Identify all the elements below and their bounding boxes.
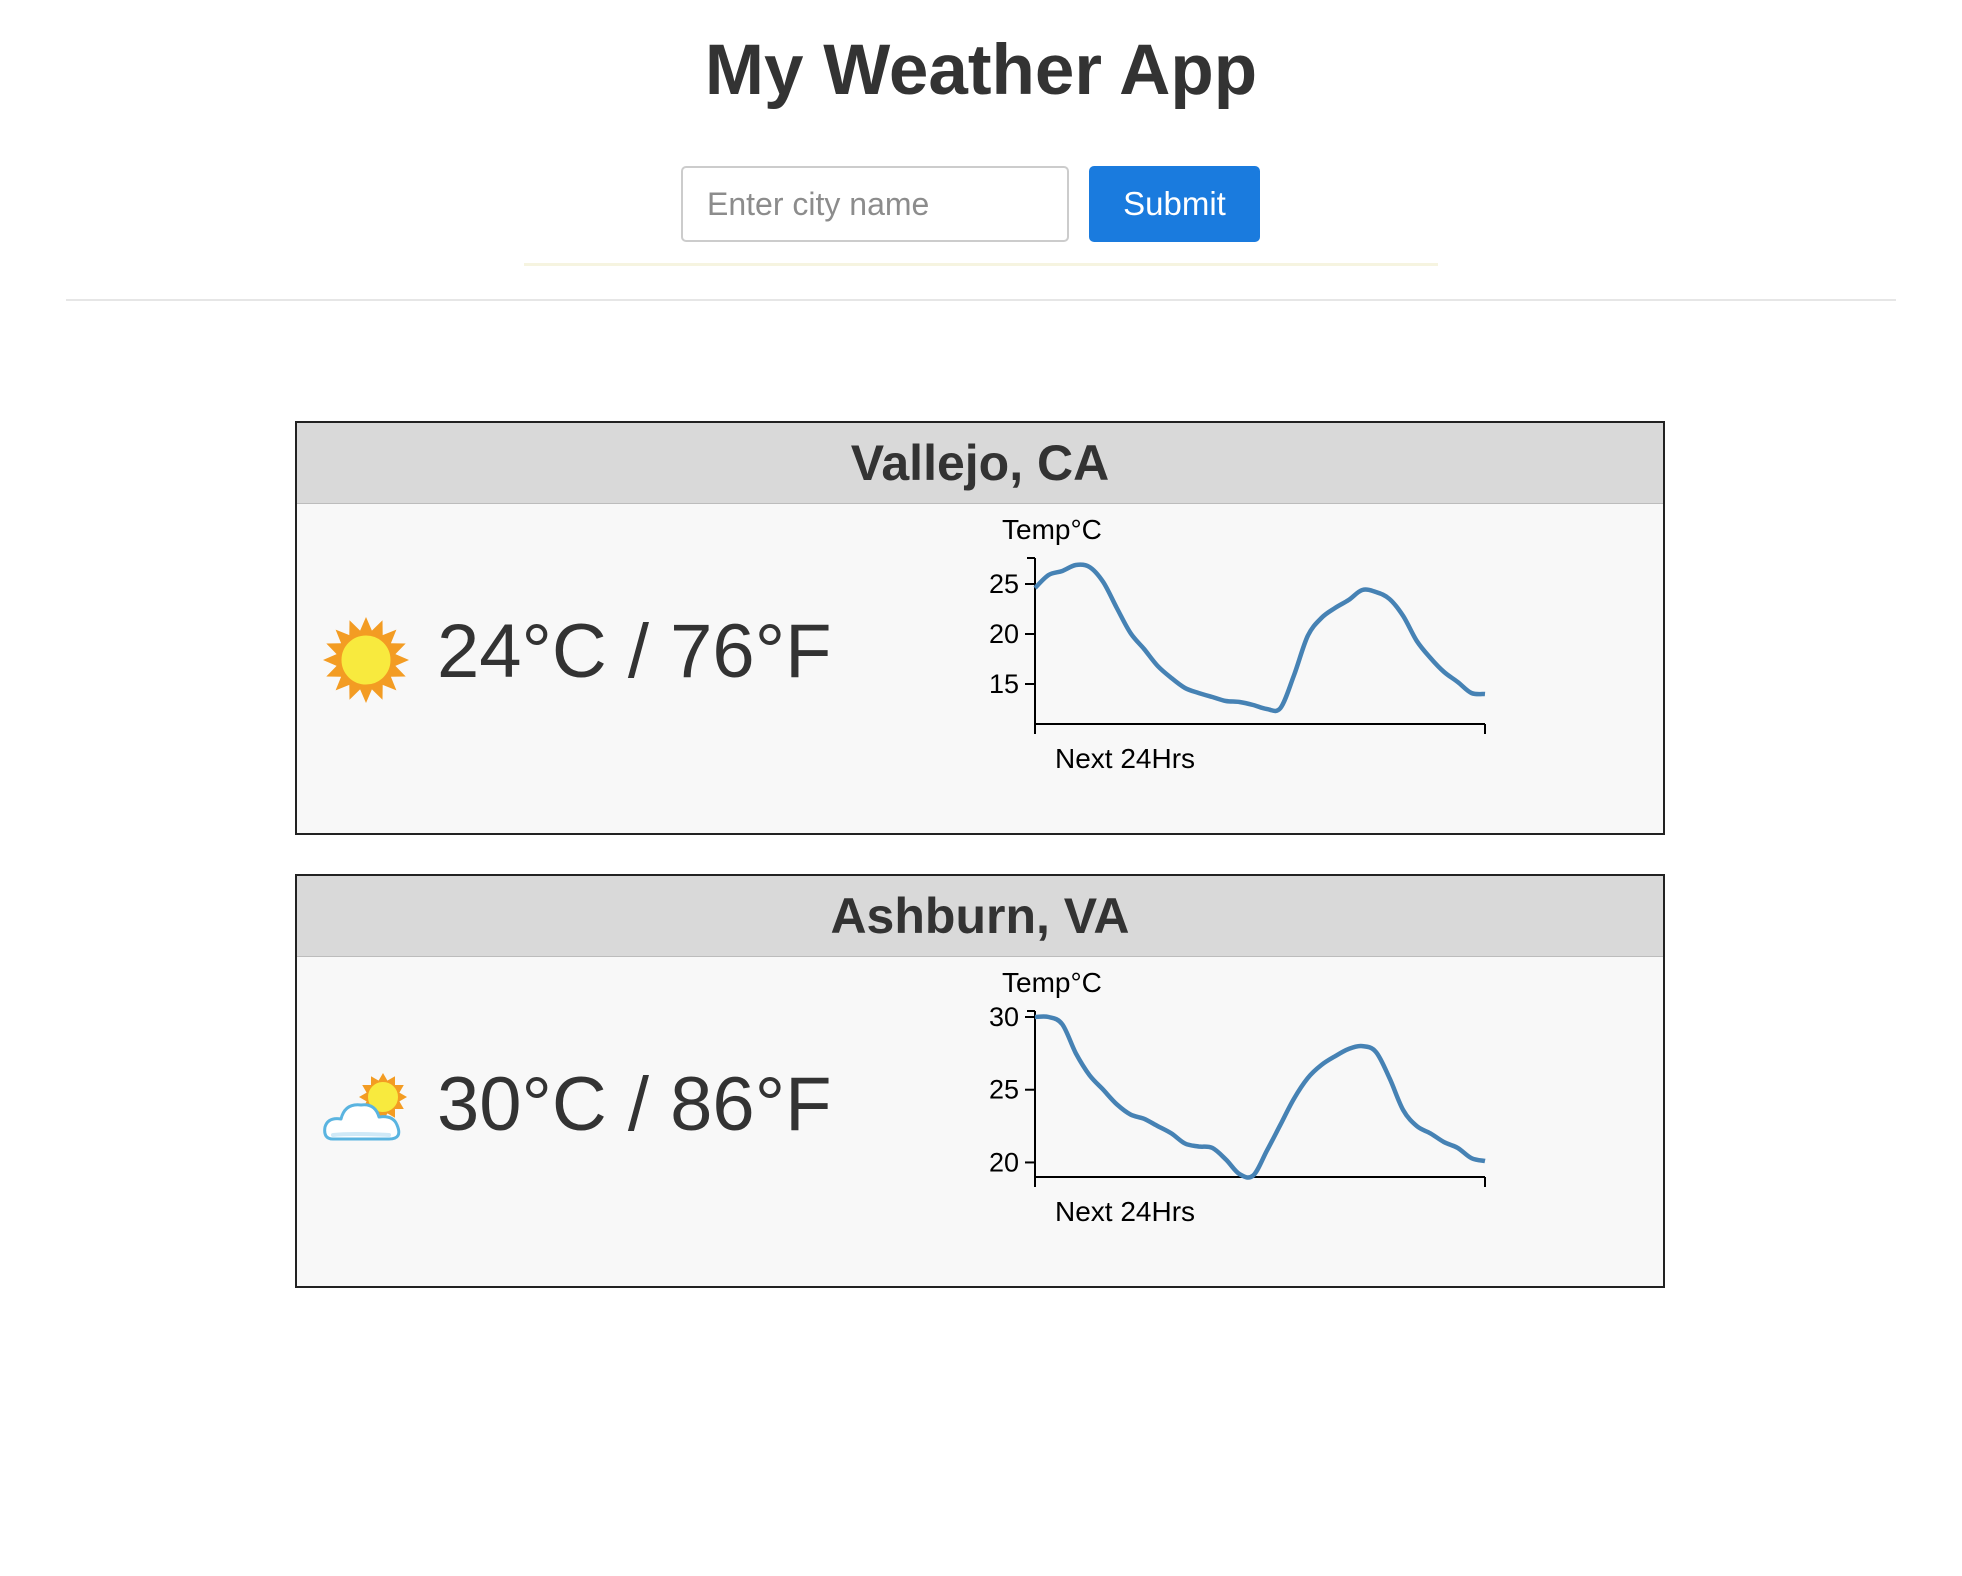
- card-body: 30°C / 86°F 20 25 30 Temp°C Next 24Hrs: [297, 957, 1663, 1287]
- y-axis-label: Temp°C: [1002, 967, 1102, 998]
- temperature-chart: 15 20 25 Temp°C Next 24Hrs: [989, 514, 1486, 774]
- y-tick-label: 30: [989, 1002, 1019, 1032]
- submit-button[interactable]: Submit: [1089, 166, 1260, 242]
- temperature-reading: 24°C / 76°F: [437, 609, 832, 694]
- form-divider: [524, 263, 1438, 266]
- y-axis-label: Temp°C: [1002, 514, 1102, 545]
- temperature-line: [1034, 1014, 1486, 1180]
- card-body: 24°C / 76°F 15 20 25 Temp°C Next 24Hrs: [297, 504, 1663, 834]
- y-tick-label: 20: [989, 1147, 1019, 1177]
- x-axis-label: Next 24Hrs: [1055, 1196, 1195, 1227]
- city-weather-card: Vallejo, CA 24°C / 76°F 15 20 25 Temp°C Next…: [295, 421, 1665, 835]
- y-tick-label: 15: [989, 669, 1019, 699]
- city-weather-card: Ashburn, VA 30°C / 86°F 20 25 30 Temp°C Next…: [295, 874, 1665, 1288]
- temperature-reading: 30°C / 86°F: [437, 1062, 832, 1147]
- sun-icon: [323, 617, 409, 703]
- y-tick-label: 25: [989, 569, 1019, 599]
- city-search-form: Submit: [681, 166, 1260, 244]
- app-title: My Weather App: [704, 31, 1258, 110]
- temperature-chart: 20 25 30 Temp°C Next 24Hrs: [989, 967, 1486, 1227]
- page-divider: [66, 299, 1896, 301]
- city-name-input[interactable]: [681, 166, 1069, 242]
- city-name-heading: Vallejo, CA: [297, 423, 1663, 504]
- y-tick-label: 25: [989, 1075, 1019, 1105]
- city-name-heading: Ashburn, VA: [297, 876, 1663, 957]
- x-axis-label: Next 24Hrs: [1055, 743, 1195, 774]
- temperature-line: [1033, 562, 1486, 714]
- weather-app-page: My Weather App Submit Vallejo, CA 24°C /…: [0, 0, 1962, 1576]
- partly-cloudy-icon: [323, 1073, 407, 1141]
- y-tick-label: 20: [989, 619, 1019, 649]
